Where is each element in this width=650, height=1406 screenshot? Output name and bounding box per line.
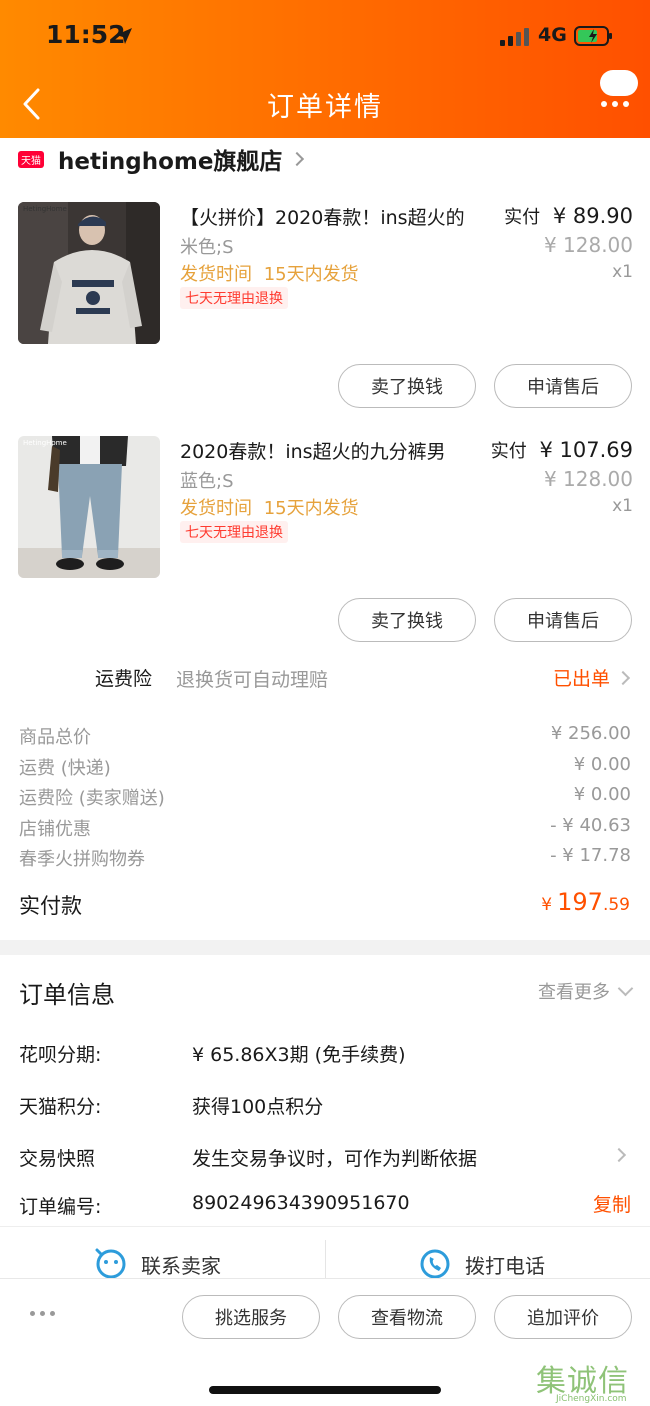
points-key: 天猫积分: (19, 1096, 102, 1118)
signal-icon (500, 28, 530, 46)
summary-value: ¥ 0.00 (573, 784, 631, 805)
shipping-value: 15天内发货 (263, 264, 359, 285)
top-header: 11:52 4G 订单详情 (0, 0, 650, 138)
network-label: 4G (538, 24, 567, 46)
chevron-down-icon (617, 980, 634, 996)
currency-symbol: ¥ (541, 895, 553, 915)
order-info-title: 订单信息 (19, 981, 115, 1009)
quantity: x1 (612, 262, 633, 282)
aftersale-button[interactable]: 申请售后 (494, 364, 632, 408)
add-review-button[interactable]: 追加评价 (494, 1295, 632, 1339)
contact-divider (0, 1226, 650, 1227)
product-image-sweatshirt[interactable]: HetingHome (18, 202, 160, 344)
copy-button[interactable]: 复制 (593, 1190, 631, 1217)
sell-button[interactable]: 卖了换钱 (338, 598, 476, 642)
installment-value: ¥ 65.86X3期 (免手续费) (192, 1044, 406, 1066)
points-value: 获得100点积分 (192, 1096, 324, 1118)
select-service-button[interactable]: 挑选服务 (182, 1295, 320, 1339)
total-paid-value: ¥ 197.59 (541, 888, 630, 916)
product-spec: 米色;S (180, 237, 234, 258)
total-integer: 197 (557, 888, 603, 916)
original-price: ¥ 128.00 (543, 467, 633, 491)
shipping-time: 发货时间 15天内发货 (180, 494, 359, 520)
paid-label: 实付 (504, 207, 541, 228)
call-phone-label: 拨打电话 (465, 1253, 545, 1278)
total-paid-label: 实付款 (19, 894, 82, 918)
shipping-label: 发货时间 (180, 498, 252, 519)
page-title: 订单详情 (267, 92, 383, 123)
chevron-right-icon[interactable] (611, 1147, 627, 1163)
paid-price: 实付 ¥ 107.69 (491, 437, 633, 463)
paid-value: ¥ 107.69 (539, 438, 633, 462)
shipping-label: 发货时间 (180, 264, 252, 285)
product-spec: 蓝色;S (180, 471, 234, 492)
summary-label: 运费险 (卖家赠送) (19, 788, 165, 809)
view-more-label: 查看更多 (538, 982, 610, 1003)
watermark-url: JiChengXin.com (556, 1394, 627, 1404)
product-name[interactable]: 【火拼价】2020春款！ins超火的 (180, 203, 465, 230)
summary-value: ¥ 256.00 (550, 723, 631, 744)
chevron-right-icon (615, 670, 631, 685)
total-decimal: .59 (602, 895, 630, 915)
installment-key: 花呗分期: (19, 1044, 102, 1066)
chat-icon (95, 1248, 126, 1279)
shipping-time: 发货时间 15天内发货 (180, 260, 359, 286)
location-arrow-icon (116, 28, 132, 44)
product-image-pants[interactable]: HetingHome (18, 436, 160, 578)
order-number-value: 890249634390951670 (192, 1192, 410, 1214)
insurance-label: 运费险 (95, 668, 153, 690)
contact-separator (325, 1240, 326, 1278)
product-name[interactable]: 2020春款！ins超火的九分裤男 (180, 437, 446, 464)
shop-row[interactable]: 天猫 hetinghome旗舰店 (18, 142, 305, 176)
phone-icon (420, 1249, 450, 1279)
insurance-desc: 退换货可自动理赔 (176, 669, 329, 691)
battery-icon (574, 26, 612, 46)
aftersale-button[interactable]: 申请售后 (494, 598, 632, 642)
paid-label: 实付 (490, 441, 527, 462)
pants-photo (18, 436, 160, 578)
brand-mark: HetingHome (23, 205, 67, 213)
message-bubble-icon[interactable] (598, 68, 640, 110)
summary-label: 春季火拼购物券 (19, 849, 145, 870)
insurance-status[interactable]: 已出单 (552, 664, 631, 691)
section-divider (0, 940, 650, 955)
quantity: x1 (612, 496, 633, 516)
sell-button[interactable]: 卖了换钱 (338, 364, 476, 408)
return-tag: 七天无理由退换 (180, 287, 288, 309)
summary-label: 商品总价 (19, 727, 91, 748)
summary-value: - ¥ 40.63 (550, 815, 631, 836)
snapshot-value[interactable]: 发生交易争议时，可作为判断依据 (192, 1144, 477, 1171)
view-logistics-button[interactable]: 查看物流 (338, 1295, 476, 1339)
snapshot-key[interactable]: 交易快照 (19, 1144, 95, 1171)
view-more-button[interactable]: 查看更多 (538, 978, 634, 1004)
shipping-value: 15天内发货 (263, 498, 359, 519)
tmall-badge: 天猫 (18, 150, 44, 168)
summary-label: 运费 (快递) (19, 758, 111, 779)
order-number-key: 订单编号: (19, 1196, 102, 1218)
sweatshirt-photo (18, 202, 160, 344)
original-price: ¥ 128.00 (543, 233, 633, 257)
chevron-right-icon (290, 151, 305, 167)
paid-value: ¥ 89.90 (552, 204, 633, 228)
brand-mark: HetingHome (23, 439, 67, 447)
paid-price: 实付 ¥ 89.90 (504, 203, 633, 229)
summary-value: ¥ 0.00 (573, 754, 631, 775)
summary-value: - ¥ 17.78 (550, 845, 631, 866)
contact-seller-label: 联系卖家 (141, 1253, 221, 1278)
return-tag: 七天无理由退换 (180, 521, 288, 543)
more-dots-icon[interactable] (30, 1311, 55, 1316)
insurance-status-text: 已出单 (552, 668, 610, 690)
shop-name: hetinghome旗舰店 (58, 149, 283, 175)
home-indicator (209, 1386, 441, 1394)
summary-label: 店铺优惠 (19, 819, 91, 840)
